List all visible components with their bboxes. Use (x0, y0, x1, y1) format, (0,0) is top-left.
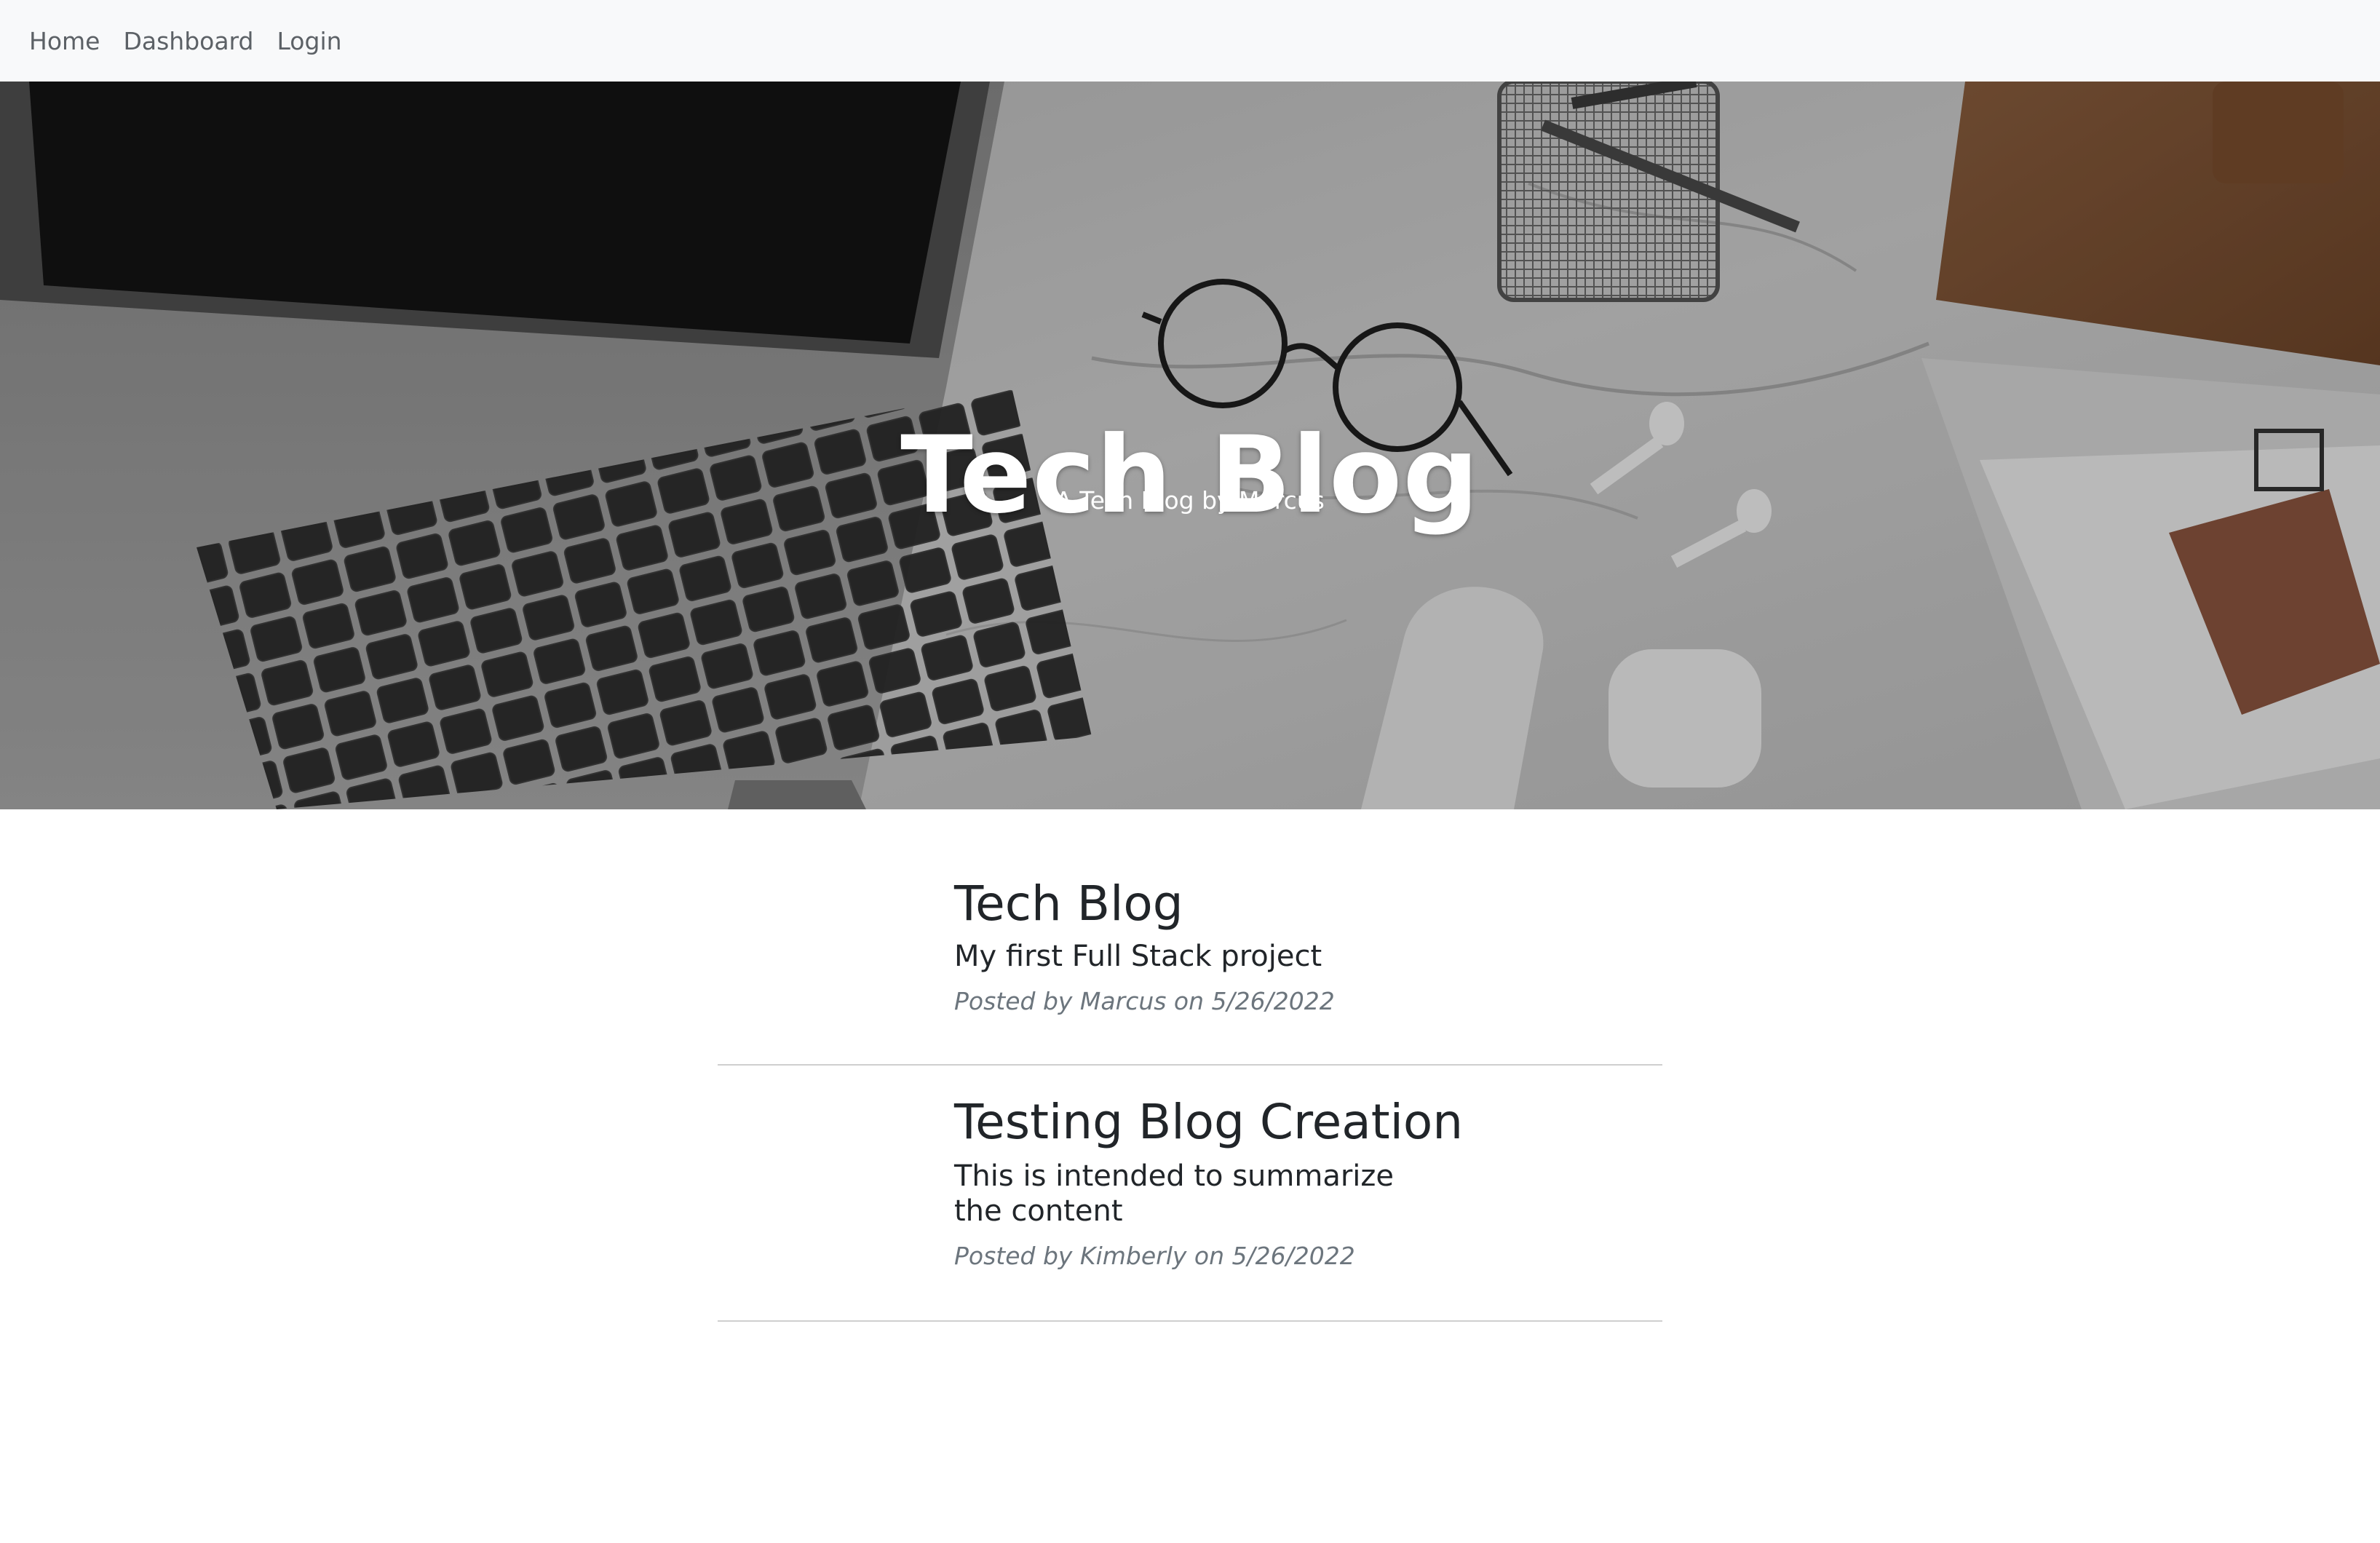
post-summary: This is intended to summarize the conten… (954, 1159, 1395, 1228)
post-item[interactable]: Tech Blog My first Full Stack project Po… (718, 809, 1662, 1066)
nav-link-dashboard[interactable]: Dashboard (123, 29, 253, 53)
hero-banner: Tech Blog A Tech Blog by Marcus (0, 82, 2380, 809)
nav-link-login[interactable]: Login (277, 29, 342, 53)
post-meta: Posted by Kimberly on 5/26/2022 (954, 1241, 1355, 1270)
post-list: Tech Blog My first Full Stack project Po… (718, 809, 1662, 1322)
post-item[interactable]: Testing Blog Creation This is intended t… (718, 1066, 1662, 1322)
post-title[interactable]: Testing Blog Creation (954, 1095, 1662, 1150)
navbar: Home Dashboard Login (0, 0, 2380, 82)
post-summary: My first Full Stack project (954, 939, 1322, 973)
post-title[interactable]: Tech Blog (954, 876, 1662, 932)
nav-link-home[interactable]: Home (29, 29, 100, 53)
post-meta: Posted by Marcus on 5/26/2022 (954, 986, 1335, 1015)
hero-subtitle: A Tech Blog by Marcus (1055, 486, 1325, 515)
